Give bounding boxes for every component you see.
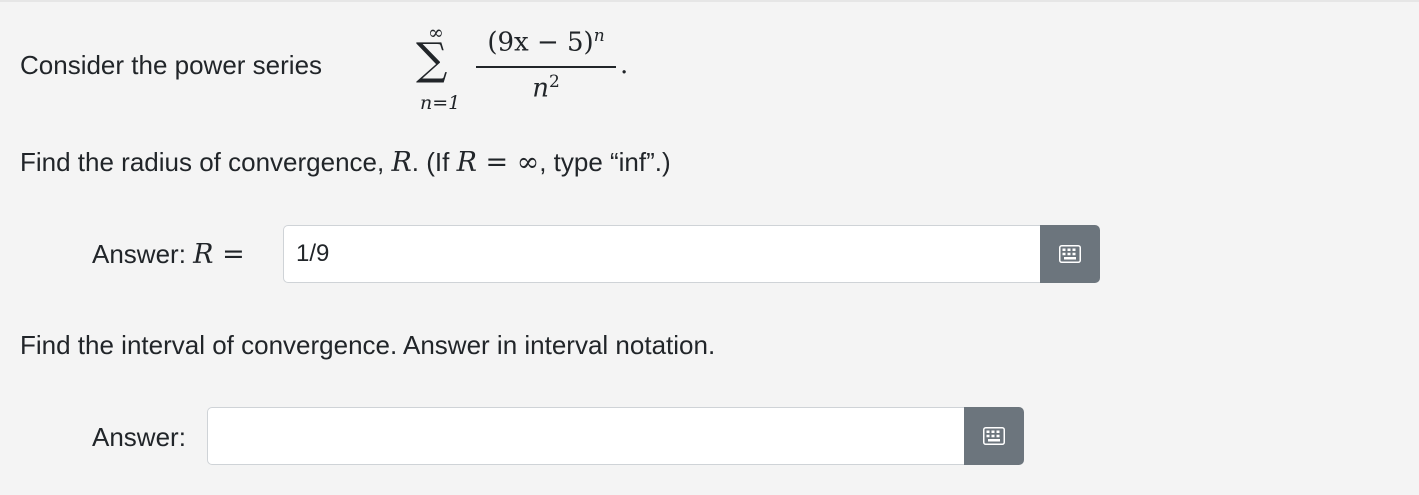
question-radius-text-middle: . (If xyxy=(411,147,457,177)
numerator-base: (9x − 5) xyxy=(487,27,594,58)
answer-radius-label: Answer: R = xyxy=(92,239,245,270)
keyboard-icon xyxy=(983,427,1005,445)
radius-answer-input[interactable] xyxy=(283,225,1041,283)
question-radius-text-after: , type “inf”.) xyxy=(539,147,671,177)
question-radius-condition: R = ∞ xyxy=(456,147,540,178)
denominator-exponent: 2 xyxy=(548,72,560,92)
fraction-numerator: (9x − 5)n xyxy=(476,26,616,58)
radius-keyboard-button[interactable] xyxy=(1040,225,1100,283)
answer-interval-label: Answer: xyxy=(92,422,186,452)
question-radius: Find the radius of convergence, R. (If R… xyxy=(20,147,671,178)
numerator-exponent: n xyxy=(593,26,605,46)
fraction-denominator: n2 xyxy=(476,72,616,104)
keyboard-icon xyxy=(1059,245,1081,263)
interval-keyboard-button[interactable] xyxy=(964,407,1024,465)
interval-answer-input[interactable] xyxy=(207,407,965,465)
top-divider xyxy=(0,0,1419,2)
question-interval: Find the interval of convergence. Answer… xyxy=(20,330,716,360)
sum-lower-limit: n=1 xyxy=(420,92,461,114)
question-radius-text-before: Find the radius of convergence, xyxy=(20,147,392,177)
intro-text: Consider the power series xyxy=(20,50,323,80)
fraction-bar xyxy=(476,66,616,68)
answer-radius-label-math: R = xyxy=(193,239,245,270)
question-radius-var: R xyxy=(391,147,412,178)
answer-radius-label-text: Answer: xyxy=(92,239,194,269)
denominator-base: n xyxy=(532,73,549,104)
formula-period: . xyxy=(620,50,629,80)
sum-symbol: ∑ xyxy=(416,34,448,85)
